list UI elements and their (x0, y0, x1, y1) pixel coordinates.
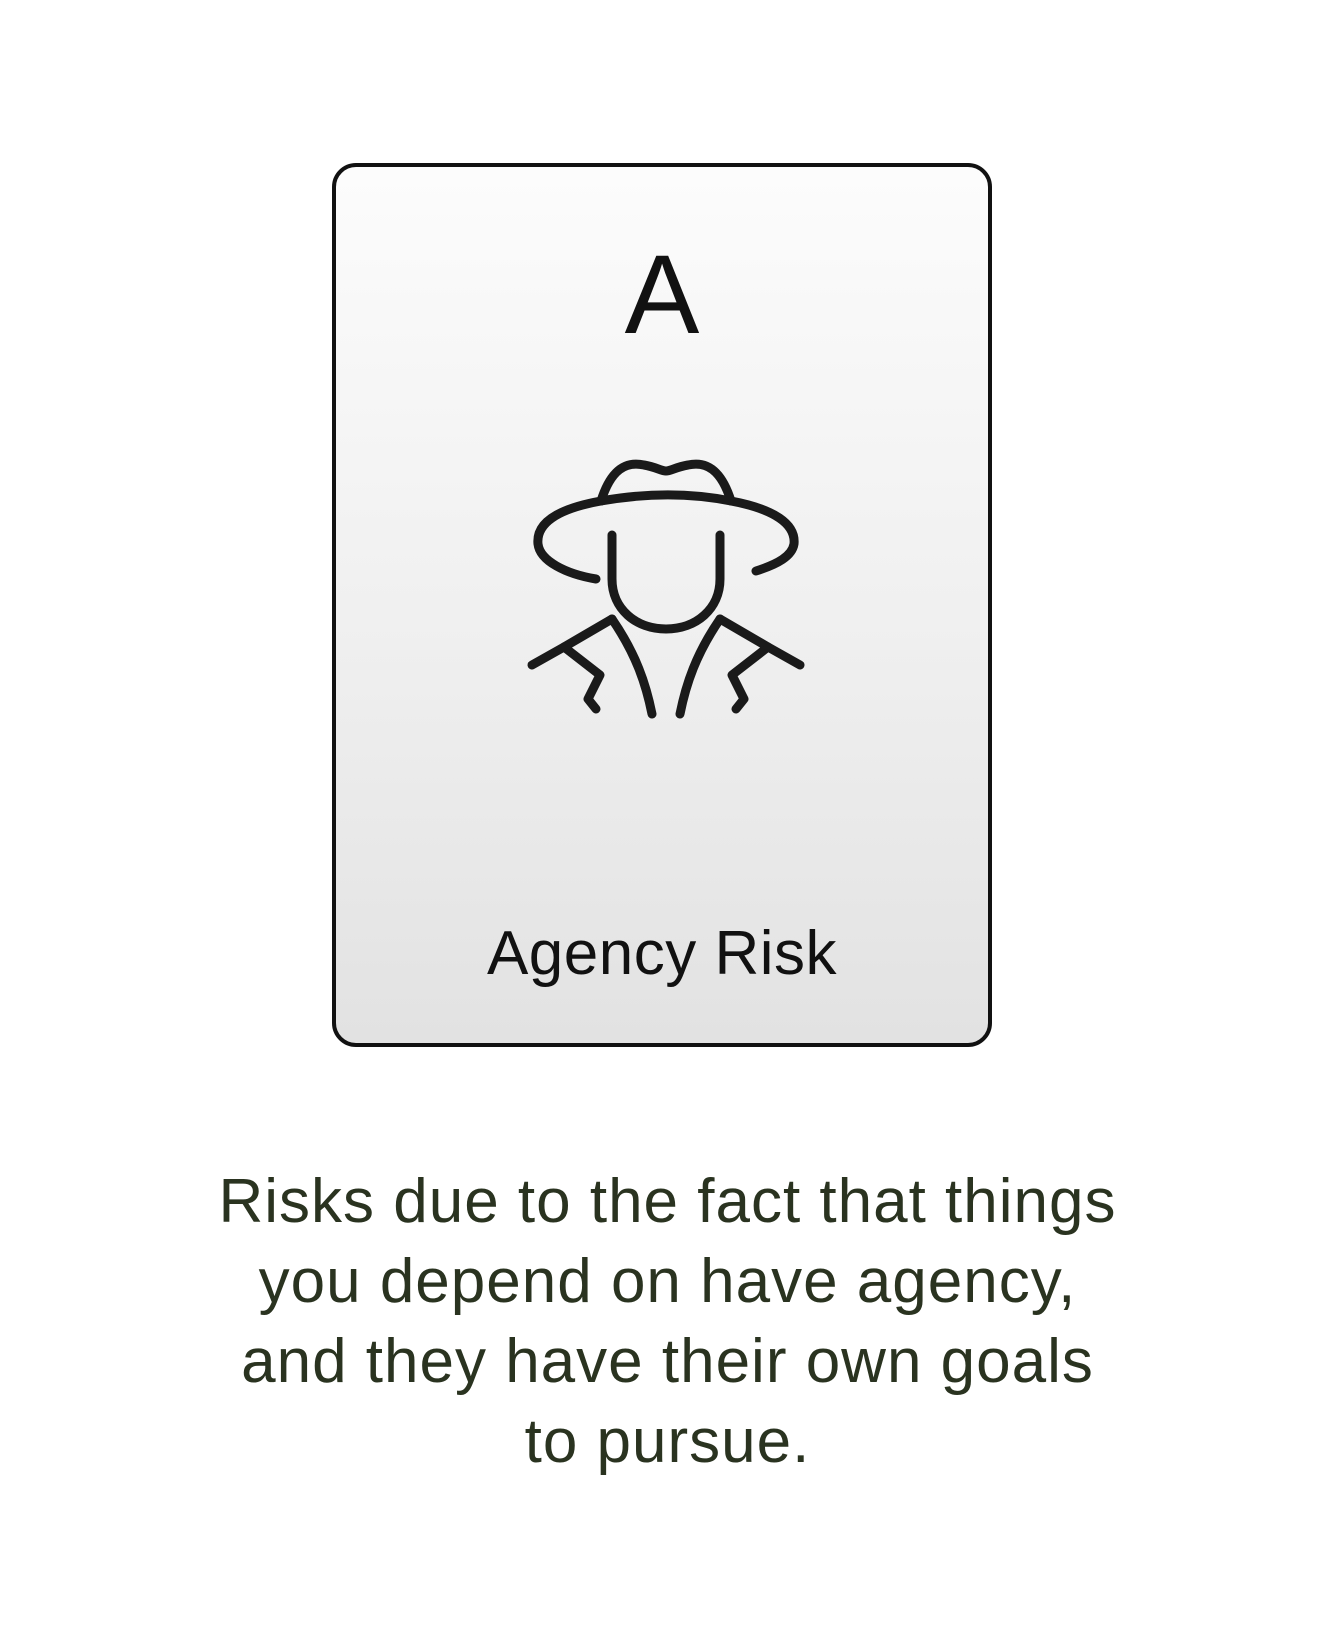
description-line: to pursue. (524, 1407, 811, 1476)
card-title: Agency Risk (486, 919, 838, 988)
description-line: Risks due to the fact that things (218, 1167, 1117, 1236)
description-text: Risks due to the fact that things you de… (100, 1162, 1235, 1482)
risk-card: A Agency Risk (332, 163, 992, 1047)
description-line: and they have their own goals (241, 1327, 1094, 1396)
spy-agent-icon (527, 459, 805, 719)
description-line: you depend on have agency, (258, 1247, 1077, 1316)
card-letter: A (624, 232, 700, 357)
